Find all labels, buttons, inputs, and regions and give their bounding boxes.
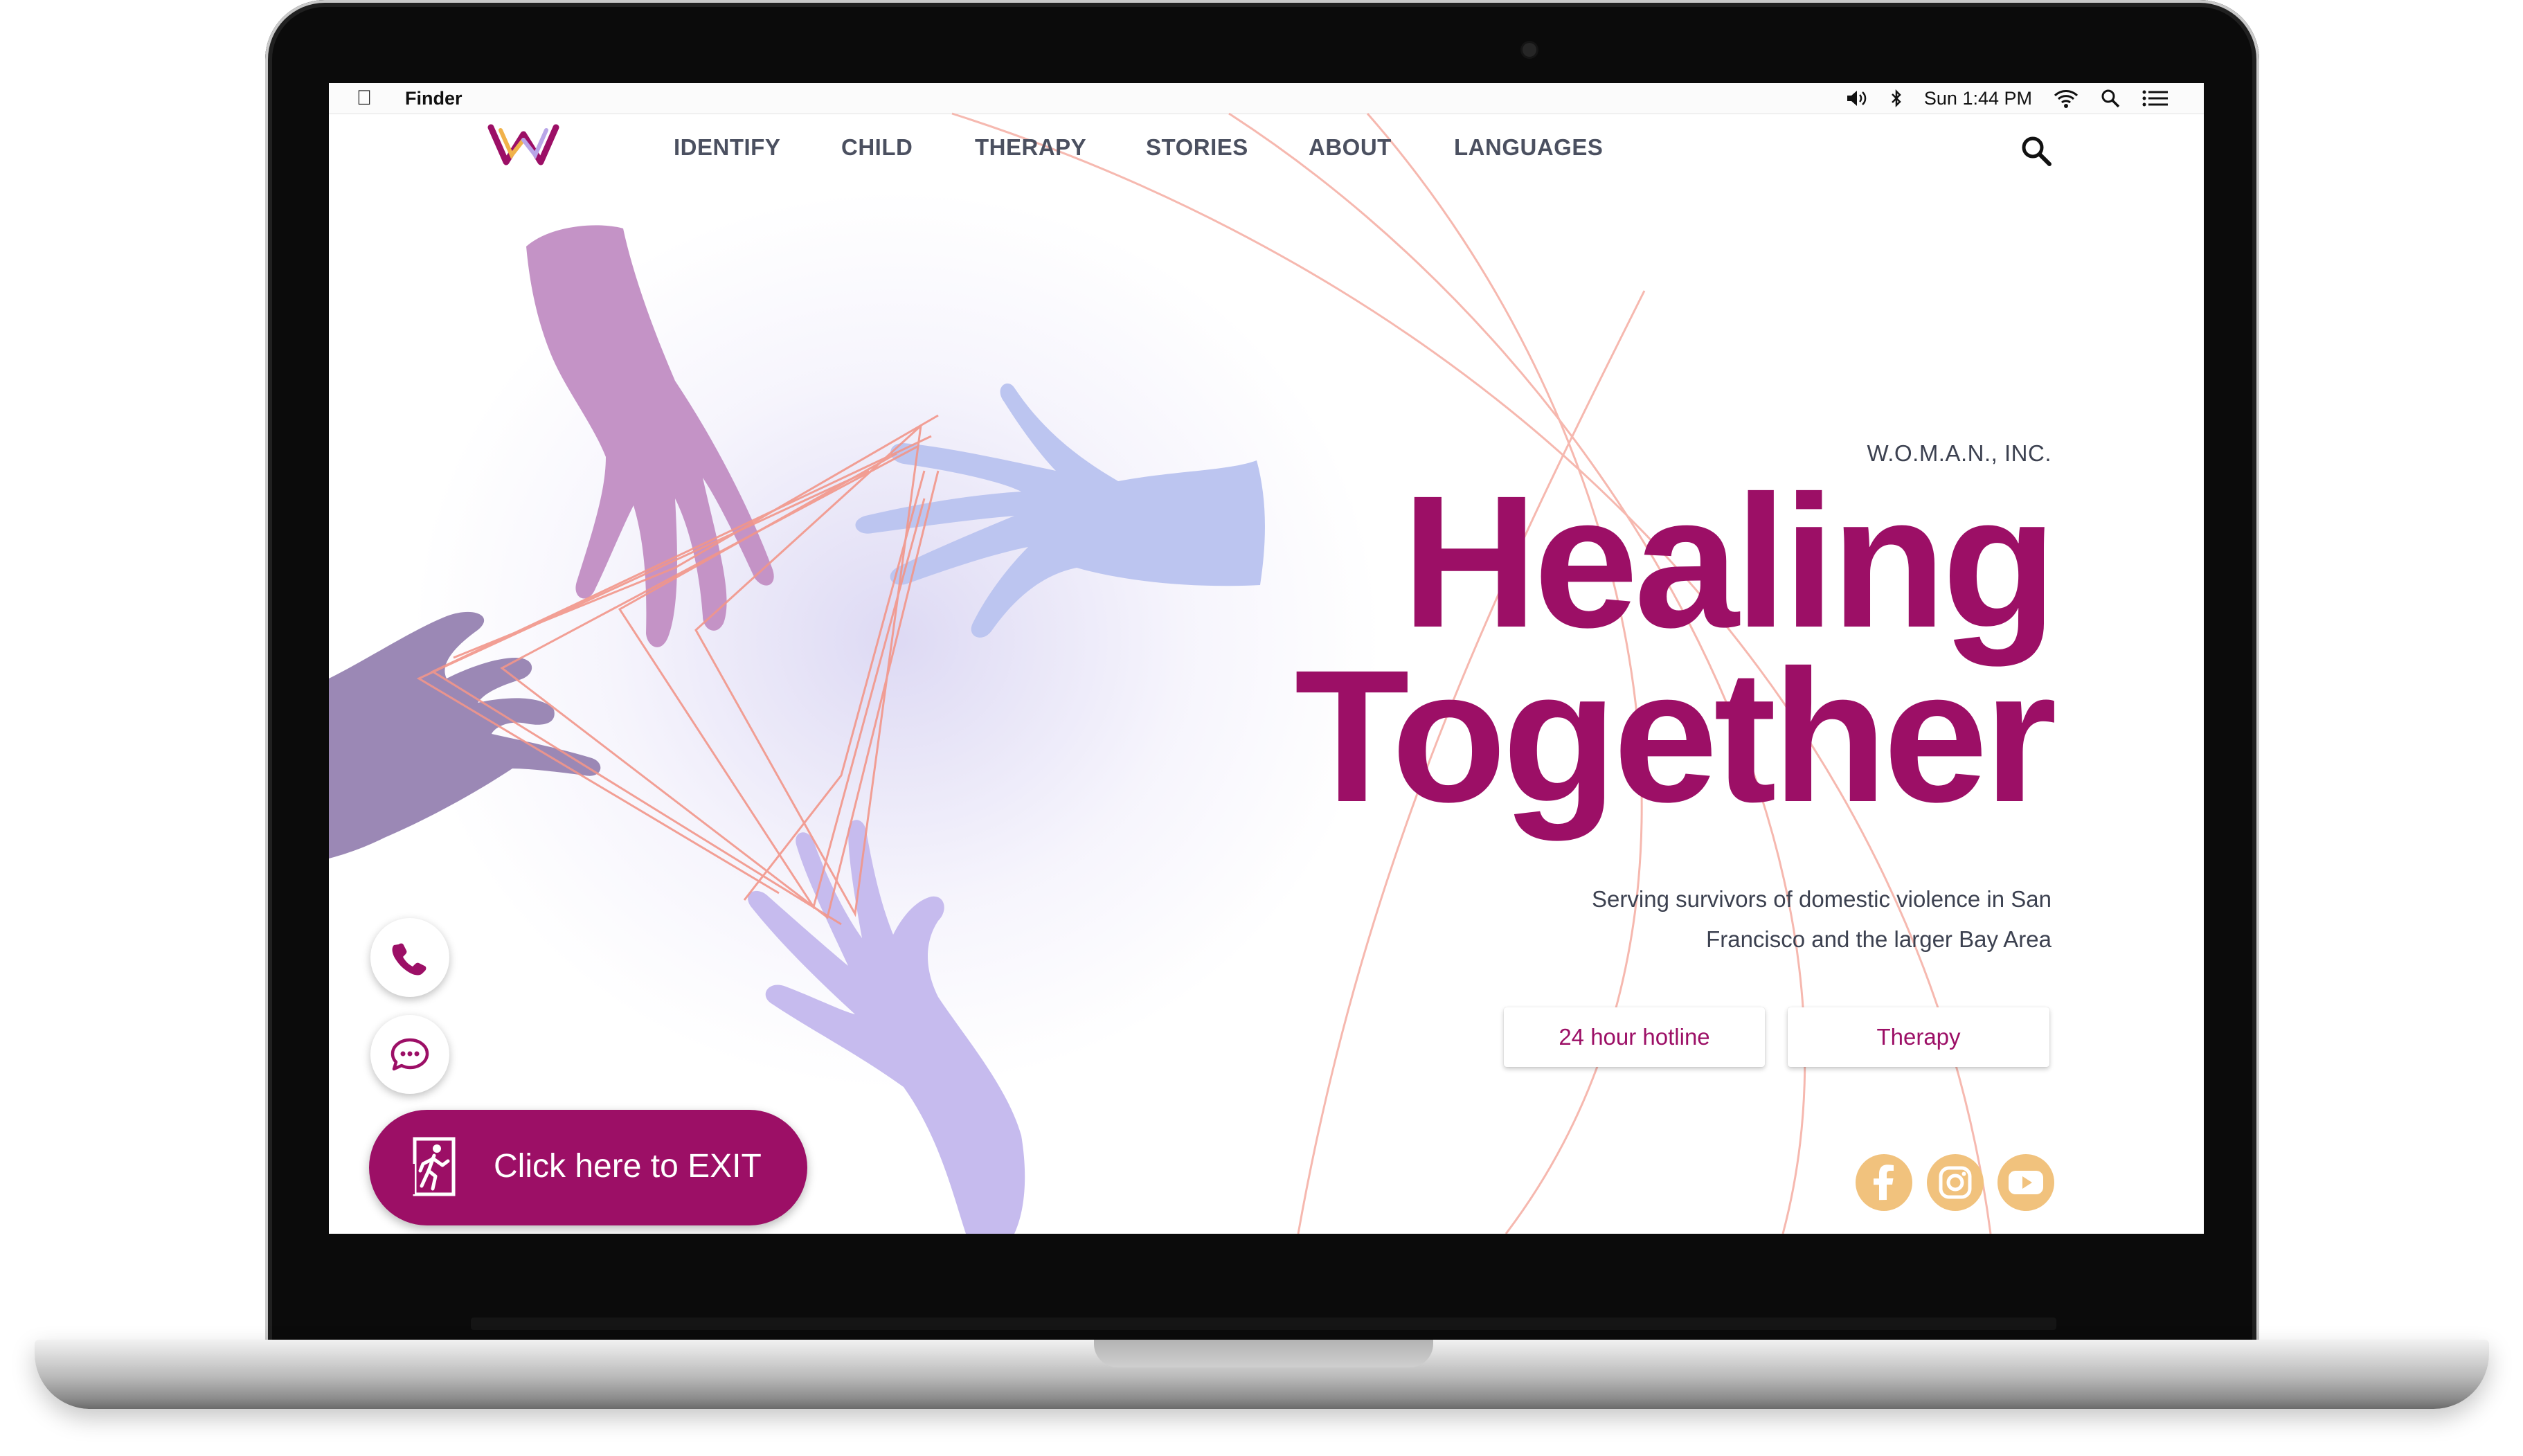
logo-icon[interactable]	[487, 120, 560, 169]
hotline-button[interactable]: 24 hour hotline	[1504, 1007, 1765, 1067]
call-button[interactable]	[370, 918, 449, 997]
nav-about[interactable]: ABOUT	[1309, 134, 1392, 161]
exit-label: Click here to EXIT	[494, 1148, 762, 1185]
nav-stories[interactable]: STORIES	[1146, 134, 1248, 161]
nav-child[interactable]: CHILD	[841, 134, 913, 161]
emergency-exit-icon	[402, 1137, 456, 1196]
search-icon[interactable]	[2018, 133, 2054, 169]
youtube-icon	[2009, 1171, 2043, 1194]
headline-line-1: Healing	[1401, 456, 2057, 667]
phone-icon	[392, 943, 427, 976]
youtube-button[interactable]	[1997, 1154, 2054, 1211]
nav-languages[interactable]: LANGUAGES	[1454, 134, 1603, 161]
nav-therapy[interactable]: THERAPY	[975, 134, 1086, 161]
hero-headline: Healing Together	[1153, 456, 2057, 841]
camera	[1523, 43, 1536, 57]
instagram-button[interactable]	[1927, 1154, 1984, 1211]
chat-button[interactable]	[370, 1015, 449, 1094]
facebook-icon	[1874, 1165, 1894, 1201]
hand-grape	[329, 611, 601, 859]
bezel-strip	[471, 1318, 2056, 1330]
laptop-notch	[1094, 1340, 1433, 1367]
therapy-button[interactable]: Therapy	[1788, 1007, 2049, 1067]
exit-button[interactable]: Click here to EXIT	[369, 1110, 807, 1225]
hero-subtitle: Serving survivors of domestic violence i…	[1592, 886, 2051, 952]
chat-icon	[390, 1038, 429, 1071]
screen:  Finder Sun 1:44 PM	[329, 83, 2204, 1234]
facebook-button[interactable]	[1856, 1154, 1912, 1211]
instagram-icon	[1939, 1166, 1972, 1199]
headline-line-2: Together	[1294, 631, 2057, 841]
nav-identify[interactable]: IDENTIFY	[674, 134, 780, 161]
hand-mauve	[526, 225, 774, 647]
